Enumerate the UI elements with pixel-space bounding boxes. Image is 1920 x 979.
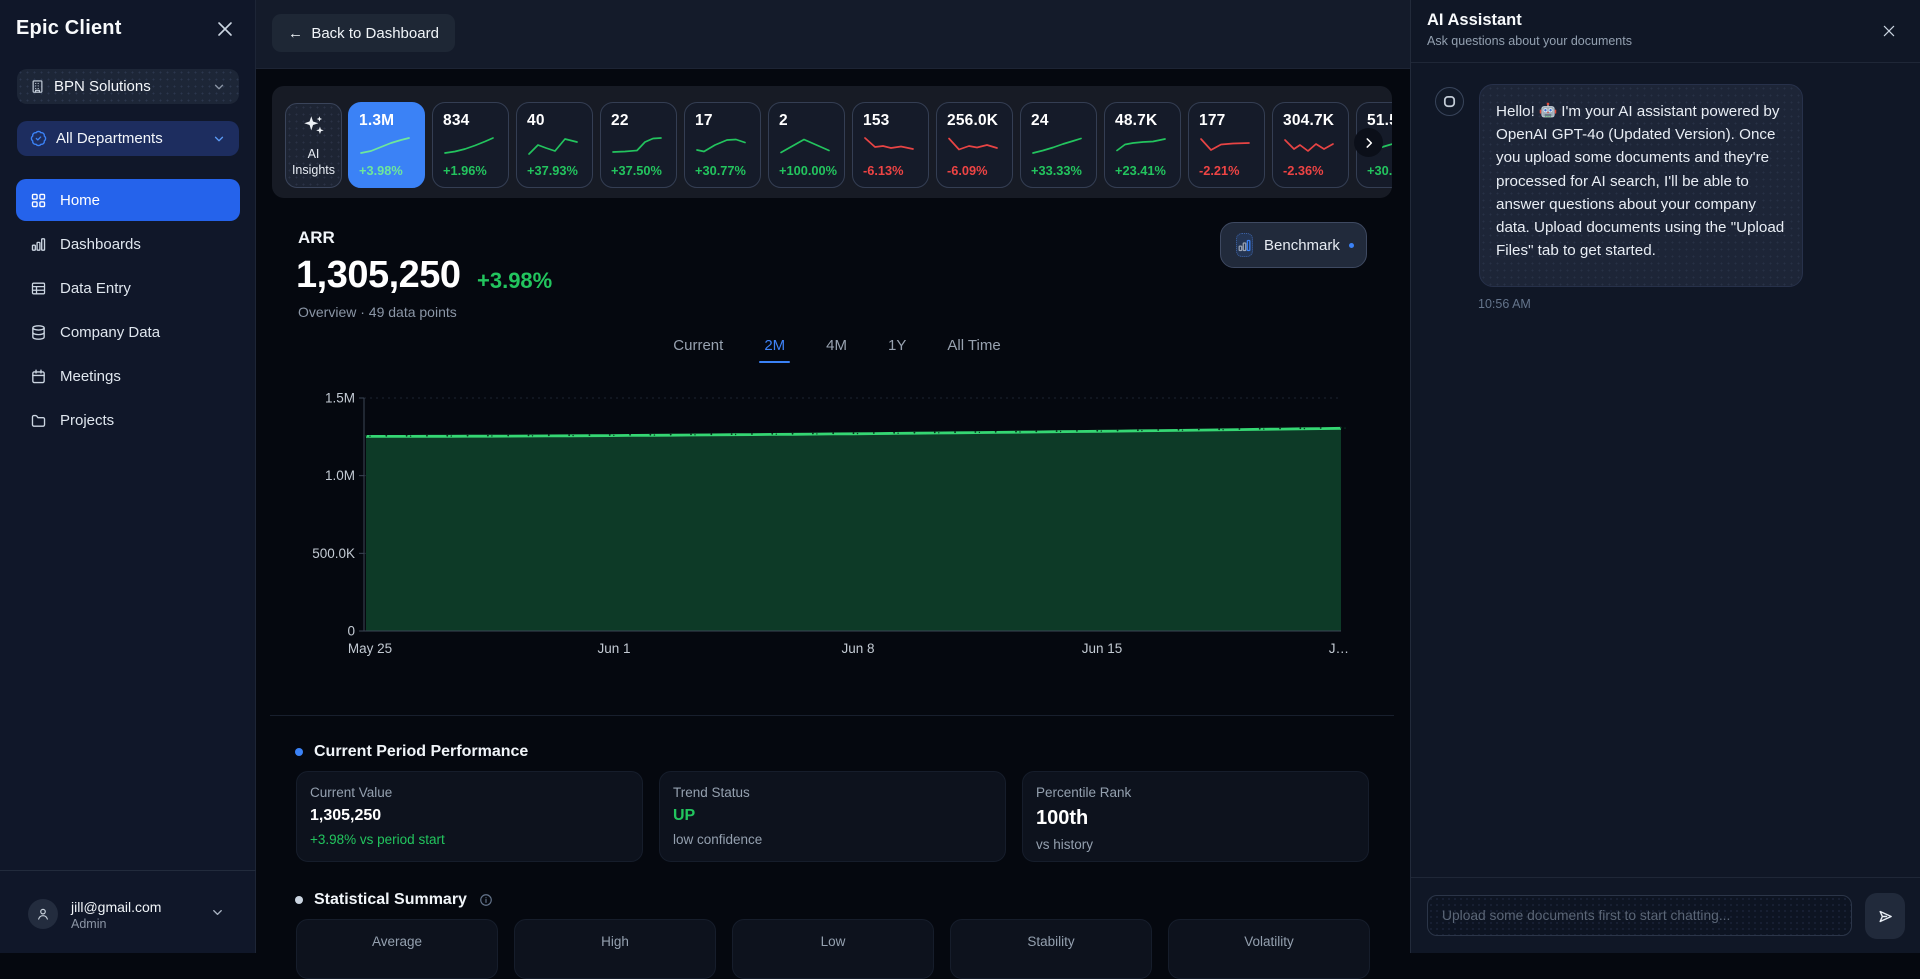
svg-text:J…: J… bbox=[1329, 641, 1349, 656]
svg-text:0: 0 bbox=[347, 624, 355, 639]
svg-text:1.0M: 1.0M bbox=[325, 468, 355, 483]
svg-text:500.0K: 500.0K bbox=[312, 546, 355, 561]
svg-text:Jun 15: Jun 15 bbox=[1082, 641, 1123, 656]
svg-text:Jun 1: Jun 1 bbox=[597, 641, 630, 656]
svg-text:1.5M: 1.5M bbox=[325, 391, 355, 406]
svg-text:Jun 8: Jun 8 bbox=[841, 641, 874, 656]
svg-text:May 25: May 25 bbox=[348, 641, 392, 656]
